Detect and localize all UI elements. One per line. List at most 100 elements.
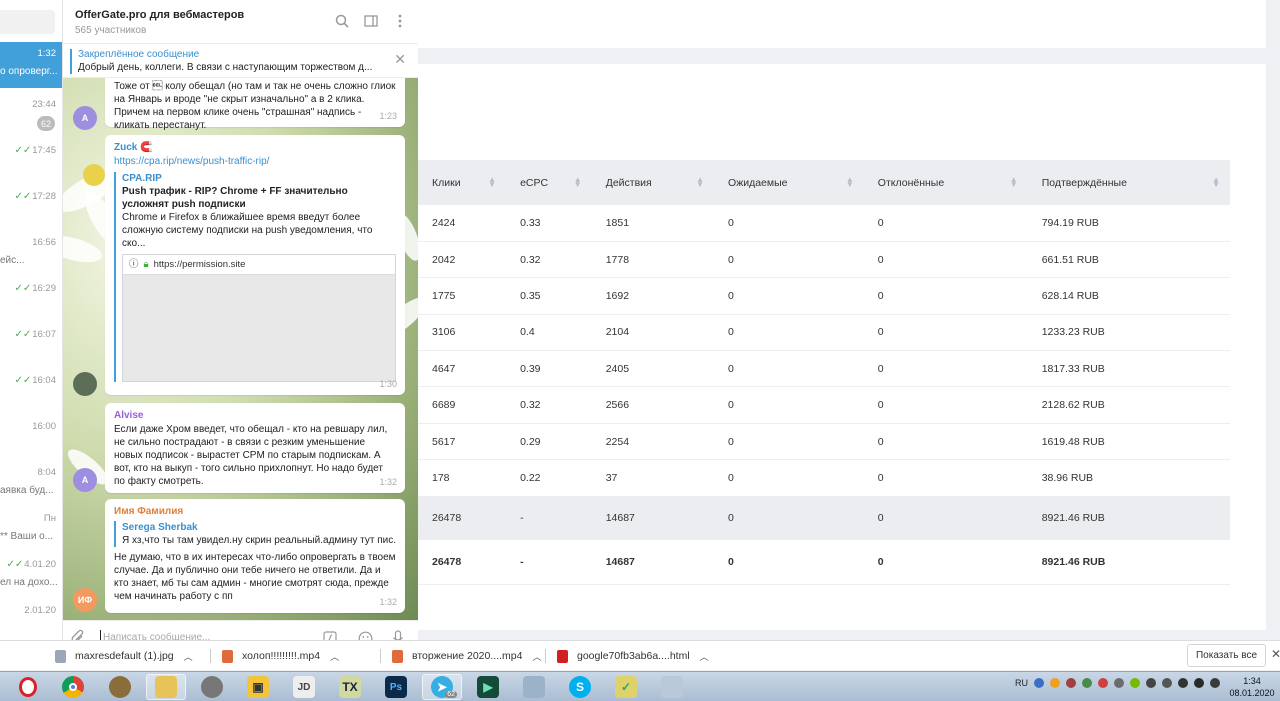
table-row: 2042 0.32 1778 0 0 661.51 RUB — [418, 241, 1230, 279]
link-preview[interactable]: CPA.RIP Push трафик - RIP? Chrome + FF з… — [114, 172, 396, 382]
chat-list-item[interactable]: ✓✓17:45 — [0, 139, 62, 185]
sort-icon[interactable]: ▲ ▼ — [696, 176, 704, 189]
tray-app-icon[interactable] — [1098, 678, 1108, 688]
app-icon[interactable]: ✓ — [606, 674, 646, 700]
opera-icon[interactable] — [8, 674, 48, 700]
notes-icon[interactable]: ▣ — [238, 674, 278, 700]
tray-app-icon[interactable] — [1066, 678, 1076, 688]
chevron-up-icon[interactable]: ︿ — [532, 650, 541, 663]
tray-app-icon[interactable] — [1050, 678, 1060, 688]
nvidia-icon[interactable] — [1130, 678, 1140, 688]
clock[interactable]: 1:34 08.01.2020 — [1228, 675, 1276, 699]
sort-icon[interactable]: ▲ ▼ — [1010, 176, 1018, 189]
chat-title[interactable]: OfferGate.pro для вебмастеров — [75, 9, 244, 21]
chat-time: ✓✓4.01.20 — [7, 559, 56, 570]
message-sender[interactable]: Alvise — [114, 409, 396, 422]
column-header[interactable]: Действия ▲ ▼ — [591, 160, 715, 205]
tx-icon[interactable]: TX — [330, 674, 370, 700]
chevron-up-icon[interactable]: ︿ — [700, 650, 709, 663]
downloads-bar: maxresdefault (1).jpg ︿ холоп!!!!!!!!!.mp4… — [0, 640, 1280, 670]
close-icon[interactable]: ✕ — [1271, 647, 1280, 661]
message-bubble[interactable]: Тоже от  колу обещал (но там и так не о… — [105, 78, 405, 131]
chrome-icon[interactable] — [53, 674, 93, 700]
table-cell: 0.35 — [506, 277, 592, 315]
tray-app-icon[interactable] — [1082, 678, 1092, 688]
app-icon[interactable] — [652, 674, 692, 700]
sort-icon[interactable]: ▲ ▼ — [846, 176, 854, 189]
preview-image[interactable]: ⓘ 🔒︎ https://permission.site — [122, 254, 396, 382]
more-menu-icon[interactable] — [391, 12, 409, 30]
help-icon[interactable] — [1034, 678, 1044, 688]
chat-list-item[interactable]: 16:00 — [0, 415, 62, 461]
column-header[interactable]: Подтверждённые ▲ ▼ — [1027, 160, 1230, 205]
download-item[interactable]: google70fb3ab6a....html ︿ — [557, 646, 709, 666]
chat-list-item[interactable]: ✓✓17:28 — [0, 185, 62, 231]
message-bubble[interactable]: Alvise Если даже Хром введет, что обещал… — [105, 403, 405, 493]
photoshop-icon[interactable]: Ps — [376, 674, 416, 700]
chat-time: ✓✓16:29 — [14, 283, 56, 294]
chat-list-item[interactable]: 8:04 аявка буд... — [0, 461, 62, 507]
network-icon[interactable] — [1194, 678, 1204, 688]
chat-time-label: 16:56 — [32, 237, 56, 248]
language-indicator[interactable]: RU — [1015, 678, 1028, 688]
chat-list-item[interactable]: ✓✓16:07 — [0, 323, 62, 369]
chat-list-item[interactable]: 2.01.20 — [0, 599, 62, 645]
download-item[interactable]: вторжение 2020....mp4 ︿ — [392, 646, 541, 666]
table-cell: 2566 — [591, 386, 715, 424]
search-field[interactable] — [0, 10, 55, 34]
chat-list-item[interactable]: 16:56 ейс... — [0, 231, 62, 277]
chat-list-item[interactable]: ✓✓16:04 — [0, 369, 62, 415]
message-sender[interactable]: Имя Фамилия — [114, 505, 396, 518]
chat-time-label: 16:00 — [32, 421, 56, 432]
jd-icon[interactable]: JD — [284, 674, 324, 700]
telegram-icon[interactable]: ➤ 62 — [422, 674, 462, 700]
tray-icons[interactable] — [1034, 678, 1226, 688]
avatar[interactable]: ИФ — [73, 588, 97, 612]
search-icon[interactable] — [333, 12, 351, 30]
chat-list-item[interactable]: Пн ** Ваши о... — [0, 507, 62, 553]
tray-app-icon[interactable] — [1178, 678, 1188, 688]
tray-app-icon[interactable] — [1114, 678, 1124, 688]
app-icon[interactable] — [100, 674, 140, 700]
message-bubble[interactable]: Имя Фамилия Serega Sherbak Я хз,что ты т… — [105, 499, 405, 613]
sort-icon[interactable]: ▲ ▼ — [488, 176, 496, 189]
avatar[interactable]: A — [73, 106, 97, 130]
show-all-downloads-button[interactable]: Показать все — [1187, 644, 1266, 667]
avatar[interactable]: A — [73, 468, 97, 492]
stats-table: Клики ▲ ▼ eCPC ▲ ▼ Действия ▲ ▼ Ожидаемые ▲ ▼ Отклон… — [418, 160, 1230, 585]
download-item[interactable]: maxresdefault (1).jpg ︿ — [55, 646, 193, 666]
pinned-message[interactable]: Закреплённое сообщение Добрый день, колл… — [63, 44, 418, 78]
column-header[interactable]: Ожидаемые ▲ ▼ — [714, 160, 864, 205]
avatar-photo[interactable] — [73, 372, 97, 396]
chevron-up-icon[interactable]: ︿ — [184, 650, 193, 663]
message-sender[interactable]: Zuck 🧲 — [114, 141, 396, 154]
close-icon[interactable]: ✕ — [394, 51, 406, 68]
chat-list-item[interactable]: 1:32 о опроверг... — [0, 42, 62, 88]
tray-app-icon[interactable] — [1146, 678, 1156, 688]
chevron-up-icon[interactable]: ︿ — [330, 650, 339, 663]
explorer-icon[interactable] — [146, 674, 186, 700]
skype-icon[interactable]: S — [560, 674, 600, 700]
column-header[interactable]: Клики ▲ ▼ — [418, 160, 507, 205]
column-header[interactable]: eCPC ▲ ▼ — [506, 160, 592, 205]
chat-header: OfferGate.pro для вебмастеров 565 участн… — [63, 0, 418, 44]
chat-list-item[interactable]: ✓✓16:29 — [0, 277, 62, 323]
message-link[interactable]: https://cpa.rip/news/push-traffic-rip/ — [114, 155, 396, 168]
message-bubble[interactable]: Zuck 🧲 https://cpa.rip/news/push-traffic… — [105, 135, 405, 395]
reply-quote[interactable]: Serega Sherbak Я хз,что ты там увидел.ну… — [114, 521, 396, 547]
volume-icon[interactable] — [1210, 678, 1220, 688]
table-cell: 0.22 — [506, 459, 592, 497]
app-icon[interactable] — [514, 674, 554, 700]
sidebar-toggle-icon[interactable] — [362, 12, 380, 30]
sort-icon[interactable]: ▲ ▼ — [1212, 176, 1220, 189]
tray-app-icon[interactable] — [1162, 678, 1172, 688]
table-cell: 1817.33 RUB — [1027, 350, 1230, 388]
app-icon[interactable]: ▶ — [468, 674, 508, 700]
read-check-icon: ✓✓ — [6, 559, 24, 570]
column-header[interactable]: Отклонённые ▲ ▼ — [863, 160, 1028, 205]
media-player-icon[interactable] — [192, 674, 232, 700]
chat-list-item[interactable]: ✓✓4.01.20 ел на дохо... — [0, 553, 62, 599]
download-item[interactable]: холоп!!!!!!!!!.mp4 ︿ — [222, 646, 339, 666]
chat-list-item[interactable]: 23:44 62 — [0, 93, 62, 139]
sort-icon[interactable]: ▲ ▼ — [574, 176, 582, 189]
